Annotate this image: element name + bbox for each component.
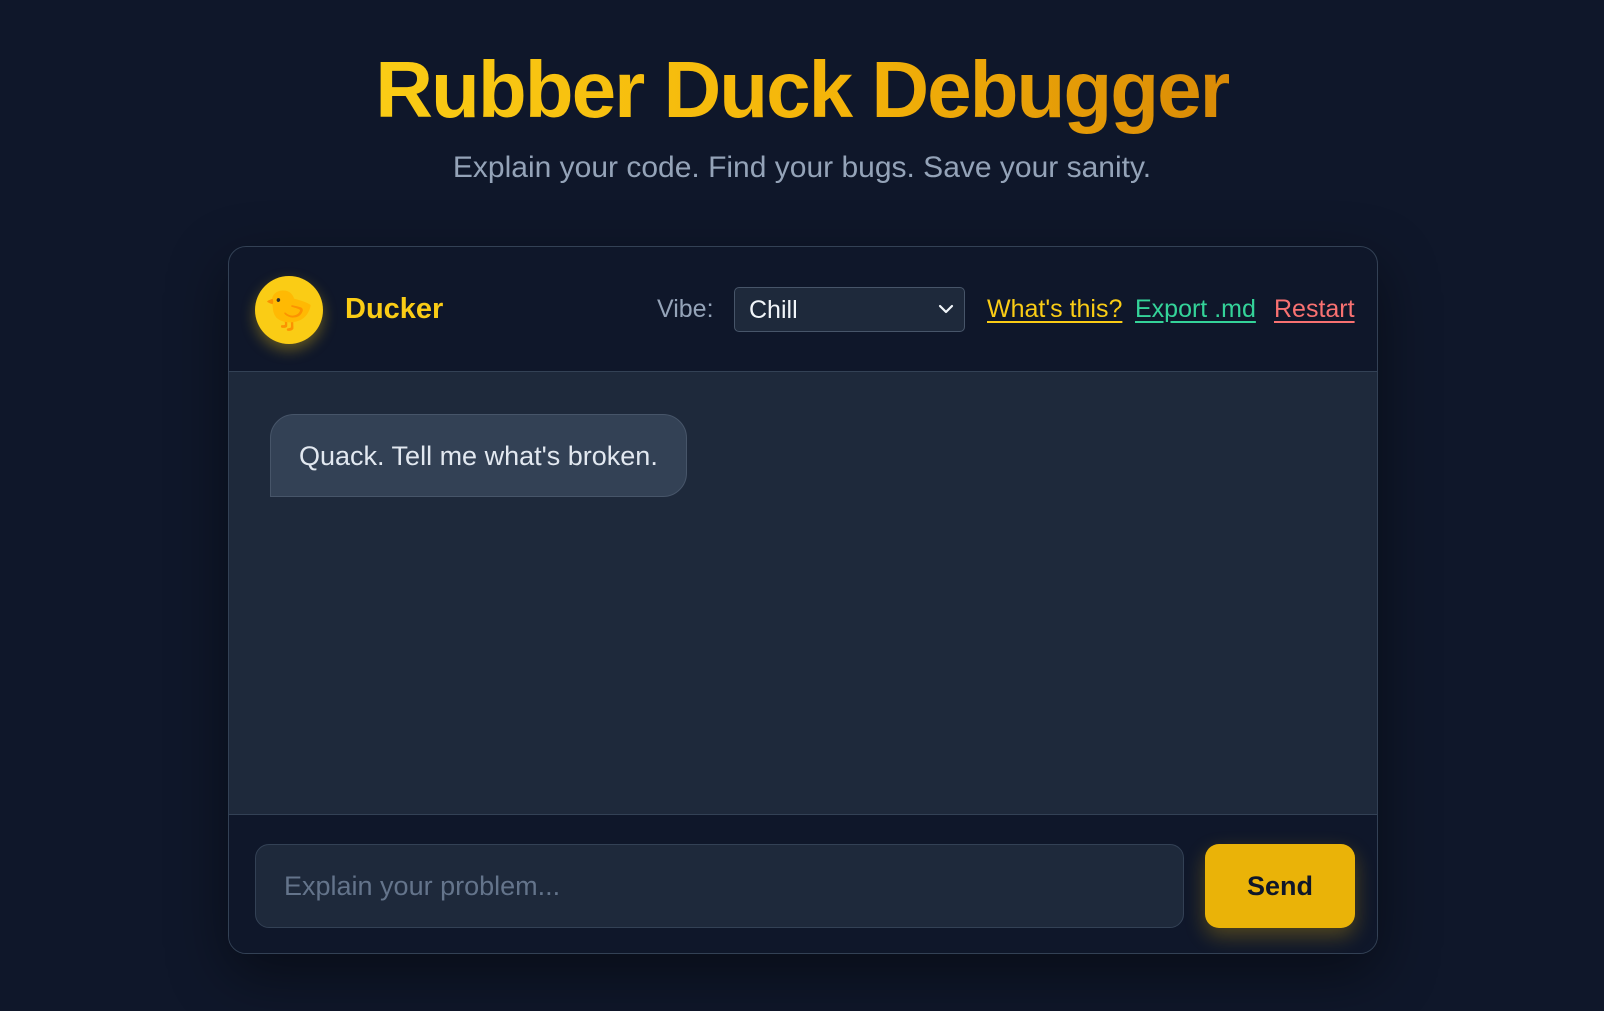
composer: Send bbox=[229, 815, 1377, 953]
vibe-label: Vibe: bbox=[657, 295, 714, 323]
duck-icon: 🐤 bbox=[264, 288, 314, 332]
message-list[interactable]: Quack. Tell me what's broken. bbox=[229, 372, 1377, 815]
bot-message-bubble: Quack. Tell me what's broken. bbox=[270, 414, 687, 497]
page: Rubber Duck Debugger Explain your code. … bbox=[0, 0, 1604, 1011]
vibe-select[interactable]: Chill bbox=[734, 287, 965, 332]
send-button[interactable]: Send bbox=[1205, 844, 1355, 928]
vibe-selected-value: Chill bbox=[749, 296, 798, 324]
message-input[interactable] bbox=[255, 844, 1184, 928]
page-title: Rubber Duck Debugger bbox=[375, 38, 1230, 142]
restart-link[interactable]: Restart bbox=[1274, 291, 1355, 327]
chevron-down-icon bbox=[938, 304, 954, 314]
duck-avatar: 🐤 bbox=[255, 276, 323, 344]
export-md-link[interactable]: Export .md bbox=[1135, 291, 1256, 327]
chat-header: 🐤 Ducker Vibe: Chill What's this? Export… bbox=[229, 247, 1377, 372]
whats-this-link[interactable]: What's this? bbox=[987, 291, 1122, 327]
bot-name: Ducker bbox=[345, 293, 444, 325]
title-wrap: Rubber Duck Debugger bbox=[0, 38, 1604, 142]
page-subtitle: Explain your code. Find your bugs. Save … bbox=[452, 151, 1152, 184]
chat-card: 🐤 Ducker Vibe: Chill What's this? Export… bbox=[228, 246, 1378, 954]
